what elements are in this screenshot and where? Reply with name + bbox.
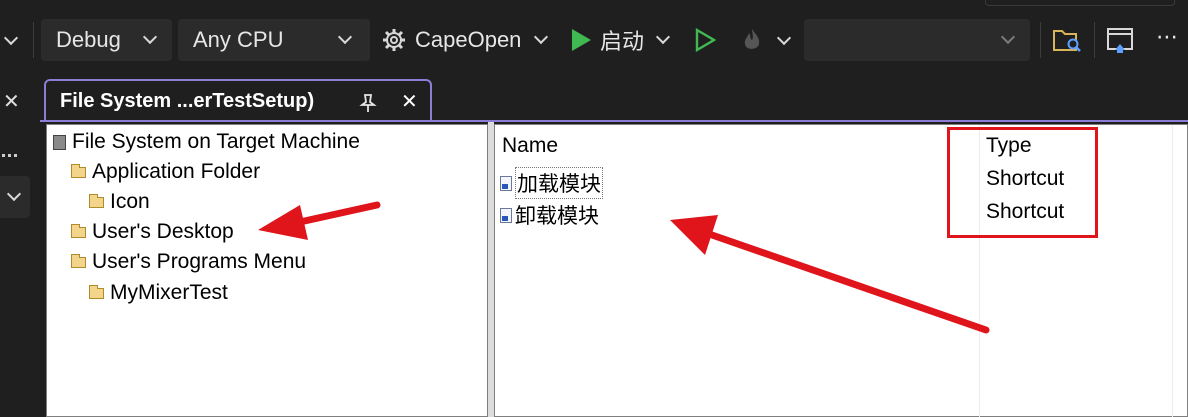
- annotation-arrow-right: [670, 215, 990, 334]
- annotation-arrows: [258, 201, 990, 334]
- app-window: Debug Any CPU CapeOpen 启动 ⋯ ✕ File Syste…: [0, 0, 1188, 417]
- annotation-arrow-left: [258, 201, 381, 240]
